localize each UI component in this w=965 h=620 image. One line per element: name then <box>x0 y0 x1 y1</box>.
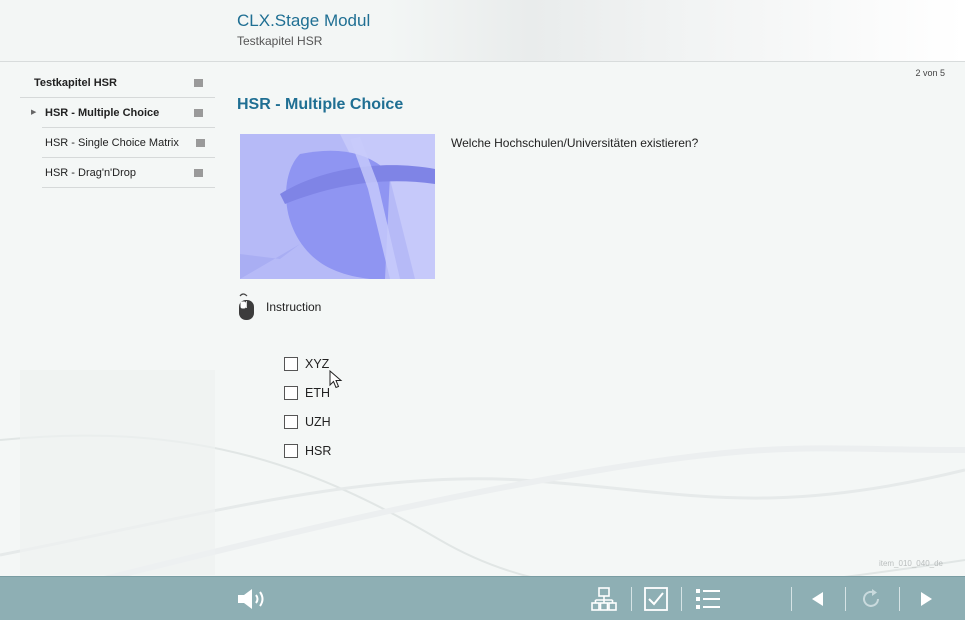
toolbar-separator <box>899 587 900 611</box>
option-label: UZH <box>305 414 331 429</box>
status-square-icon <box>194 169 203 177</box>
sidebar-item-label: HSR - Multiple Choice <box>45 106 160 119</box>
checkbox[interactable] <box>284 414 298 429</box>
checkbox[interactable] <box>284 385 298 400</box>
next-icon <box>921 592 932 606</box>
mouse-pointer-icon <box>329 370 343 389</box>
option-xyz[interactable]: XYZ <box>284 349 331 378</box>
page-counter: 2 von 5 <box>915 68 945 78</box>
question-text: Welche Hochschulen/Universitäten existie… <box>451 136 699 150</box>
list-icon <box>696 589 720 609</box>
instruction[interactable]: Instruction <box>236 292 321 322</box>
prev-icon <box>812 592 823 606</box>
sidebar-item-label: HSR - Drag'n'Drop <box>45 166 137 179</box>
checkbox-icon <box>644 587 668 611</box>
question-image <box>240 134 435 279</box>
menu-list-button[interactable] <box>688 577 728 620</box>
chapter-subtitle: Testkapitel HSR <box>237 34 323 48</box>
check-answer-button[interactable] <box>636 577 676 620</box>
reload-button[interactable] <box>851 577 891 620</box>
module-title: CLX.Stage Modul <box>237 11 371 30</box>
status-square-icon <box>194 79 203 87</box>
previous-button[interactable] <box>798 577 838 620</box>
sidebar-chapter-label: Testkapitel HSR <box>34 76 117 89</box>
toolbar-separator <box>681 587 682 611</box>
status-square-icon <box>196 139 205 147</box>
toolbar-separator <box>845 587 846 611</box>
toolbar-separator <box>791 587 792 611</box>
option-label: ETH <box>305 385 330 400</box>
sitemap-button[interactable] <box>584 577 624 620</box>
item-id: item_010_040_de <box>878 559 943 568</box>
option-hsr[interactable]: HSR <box>284 436 331 465</box>
mouse-icon <box>239 293 254 320</box>
speaker-icon <box>238 589 264 609</box>
sidebar-nav: Testkapitel HSR ▶ HSR - Multiple Choice … <box>20 68 215 188</box>
option-eth[interactable]: ETH <box>284 378 331 407</box>
toolbar-separator <box>631 587 632 611</box>
current-arrow-icon: ▶ <box>31 109 37 116</box>
answer-options: XYZ ETH UZH HSR <box>284 349 331 465</box>
sidebar-item-label: HSR - Single Choice Matrix <box>45 136 179 149</box>
sidebar-item-drag-n-drop[interactable]: HSR - Drag'n'Drop <box>42 158 215 188</box>
checkbox[interactable] <box>284 356 298 371</box>
reload-icon <box>863 589 879 607</box>
audio-button[interactable] <box>230 577 274 620</box>
sitemap-icon <box>591 587 617 611</box>
next-button[interactable] <box>906 577 946 620</box>
checkbox[interactable] <box>284 443 298 458</box>
footer-toolbar <box>0 576 965 620</box>
instruction-label: Instruction <box>266 300 322 314</box>
option-label: XYZ <box>305 356 330 371</box>
sidebar-chapter[interactable]: Testkapitel HSR <box>20 68 215 98</box>
sidebar-item-multiple-choice[interactable]: ▶ HSR - Multiple Choice <box>31 98 215 128</box>
question-title: HSR - Multiple Choice <box>237 96 404 113</box>
option-uzh[interactable]: UZH <box>284 407 331 436</box>
status-square-icon <box>194 109 203 117</box>
option-label: HSR <box>305 443 332 458</box>
header: CLX.Stage Modul Testkapitel HSR <box>0 0 965 62</box>
sidebar-item-single-choice-matrix[interactable]: HSR - Single Choice Matrix <box>42 128 215 158</box>
